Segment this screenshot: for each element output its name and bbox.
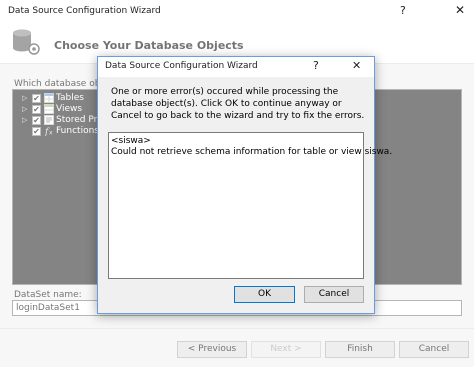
error-object-name: <siswa>: [111, 136, 151, 146]
window-title: Data Source Configuration Wizard: [8, 6, 161, 16]
error-detail-text: Could not retrieve schema information fo…: [111, 147, 393, 157]
error-details-box[interactable]: <siswa> Could not retrieve schema inform…: [108, 132, 393, 279]
window-title-bar: Data Source Configuration Wizard ? ✕: [0, 0, 474, 24]
dialog-message: One or more error(s) occured while proce…: [111, 87, 365, 121]
help-icon[interactable]: ?: [400, 4, 406, 17]
help-icon[interactable]: ?: [313, 59, 319, 72]
close-icon[interactable]: ✕: [455, 3, 465, 17]
error-dialog: Data Source Configuration Wizard ? ✕ One…: [97, 56, 393, 314]
ok-button[interactable]: OK: [234, 286, 295, 303]
dialog-title: Data Source Configuration Wizard: [105, 61, 258, 71]
close-icon[interactable]: ✕: [352, 59, 361, 72]
dialog-title-bar: Data Source Configuration Wizard ? ✕: [98, 57, 374, 77]
dialog-cancel-button[interactable]: Cancel: [304, 286, 364, 303]
